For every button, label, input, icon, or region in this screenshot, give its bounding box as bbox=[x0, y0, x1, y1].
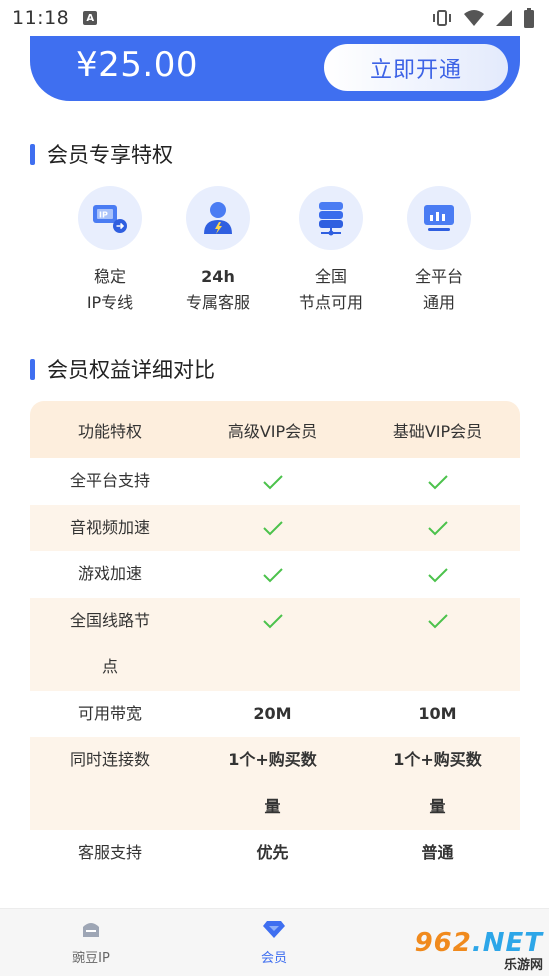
table-row: 全国线路节 点 bbox=[30, 597, 520, 691]
privilege-nationwide-nodes: 全国 节点可用 bbox=[276, 186, 386, 316]
privilege-24h-service: 24h 专属客服 bbox=[163, 186, 273, 316]
privilege-line1: 全国 bbox=[314, 267, 347, 286]
check-icon bbox=[427, 614, 448, 629]
feature-cell: 游戏加速 bbox=[77, 564, 142, 583]
price-bar: ¥25.00 立即开通 bbox=[30, 28, 520, 101]
privilege-icon-circle bbox=[186, 186, 250, 250]
table-header: 功能特权 高级VIP会员 基础VIP会员 bbox=[30, 401, 520, 458]
home-icon bbox=[83, 923, 99, 937]
basic-cell: 普通 bbox=[421, 843, 454, 862]
basic-cell-line2: 量 bbox=[429, 796, 446, 816]
check-icon bbox=[427, 474, 448, 489]
premium-cell: 20M bbox=[253, 703, 292, 723]
basic-cell bbox=[355, 598, 520, 691]
table-row: 同时连接数 1个+购买数 量 1个+购买数 量 bbox=[30, 737, 520, 830]
comparison-section-title: 会员权益详细对比 bbox=[30, 354, 215, 384]
basic-cell bbox=[355, 551, 520, 598]
nav-label-home: 豌豆IP bbox=[72, 951, 110, 966]
section-accent-bar bbox=[30, 358, 35, 380]
table-row: 游戏加速 bbox=[30, 551, 520, 598]
privilege-line2: 通用 bbox=[422, 293, 455, 312]
privilege-stable-ip: IP 稳定 IP专线 bbox=[55, 186, 165, 316]
comparison-title-text: 会员权益详细对比 bbox=[47, 358, 215, 382]
battery-icon bbox=[524, 8, 534, 28]
platform-icon bbox=[424, 205, 454, 231]
watermark-subtext: 乐游网 bbox=[503, 957, 543, 973]
nav-item-home[interactable]: 豌豆IP bbox=[51, 919, 131, 966]
premium-cell bbox=[190, 458, 355, 505]
check-icon bbox=[262, 521, 283, 536]
watermark-logo: 962.NET 乐游网 bbox=[403, 927, 543, 973]
section-accent-bar bbox=[30, 143, 35, 165]
price-amount: ¥25.00 bbox=[76, 44, 198, 85]
privilege-line2: 专属客服 bbox=[185, 293, 250, 312]
privileges-section-title: 会员专享特权 bbox=[30, 139, 173, 169]
feature-cell: 可用带宽 bbox=[77, 703, 142, 723]
premium-cell-line2: 量 bbox=[264, 796, 281, 816]
check-icon bbox=[427, 521, 448, 536]
watermark-digits: 962 bbox=[414, 927, 472, 958]
feature-cell: 同时连接数 bbox=[69, 750, 150, 769]
table-row: 音视频加速 bbox=[30, 504, 520, 552]
privilege-icon-circle bbox=[407, 186, 471, 250]
bottom-nav: 豌豆IP 会员 962.NET 乐游网 bbox=[0, 908, 549, 976]
basic-cell: 10M bbox=[418, 703, 457, 723]
vibrate-icon bbox=[433, 10, 451, 26]
basic-cell-line1: 1个+购买数 bbox=[393, 750, 482, 769]
feature-cell-line2: 点 bbox=[101, 657, 118, 676]
signal-icon bbox=[496, 10, 512, 26]
server-node-icon bbox=[319, 202, 343, 236]
ip-line-icon: IP bbox=[93, 205, 127, 233]
check-icon bbox=[262, 567, 283, 582]
table-row: 客服支持 优先 普通 bbox=[30, 830, 520, 877]
comparison-table: 功能特权 高级VIP会员 基础VIP会员 全平台支持 音视频加速 游戏加速 全国… bbox=[30, 401, 520, 877]
nav-label-vip: 会员 bbox=[260, 951, 287, 966]
basic-cell: 1个+购买数 量 bbox=[355, 737, 520, 830]
header-basic-vip: 基础VIP会员 bbox=[392, 421, 483, 441]
feature-cell: 全平台支持 bbox=[69, 471, 150, 490]
svg-text:IP: IP bbox=[99, 211, 108, 220]
basic-cell bbox=[355, 505, 520, 552]
privilege-all-platform: 全平台 通用 bbox=[384, 186, 494, 316]
premium-cell-line1: 1个+购买数 bbox=[228, 750, 317, 769]
check-icon bbox=[262, 614, 283, 629]
premium-cell bbox=[190, 505, 355, 552]
notification-icon: A bbox=[83, 11, 98, 25]
feature-cell: 客服支持 bbox=[77, 843, 142, 862]
table-row: 全平台支持 bbox=[30, 458, 520, 505]
feature-cell: 全国线路节 点 bbox=[30, 598, 190, 691]
premium-cell bbox=[190, 551, 355, 598]
customer-service-icon bbox=[204, 202, 232, 234]
table-row: 可用带宽 20M 10M bbox=[30, 691, 520, 738]
privilege-line1: 全平台 bbox=[414, 267, 463, 286]
header-premium-vip: 高级VIP会员 bbox=[227, 421, 318, 441]
privileges-title-text: 会员专享特权 bbox=[47, 143, 173, 167]
header-feature: 功能特权 bbox=[77, 421, 142, 441]
open-now-button[interactable]: 立即开通 bbox=[324, 44, 508, 91]
feature-cell: 音视频加速 bbox=[69, 517, 150, 537]
privilege-line2: IP专线 bbox=[86, 293, 134, 312]
privilege-line1: 24h bbox=[201, 267, 235, 286]
status-bar: 11:18 A bbox=[0, 0, 549, 36]
privilege-line2: 节点可用 bbox=[298, 293, 363, 312]
wifi-icon bbox=[464, 10, 484, 26]
diamond-icon bbox=[263, 921, 285, 938]
status-time: 11:18 bbox=[12, 7, 70, 29]
privilege-icon-circle bbox=[299, 186, 363, 250]
check-icon bbox=[262, 474, 283, 489]
premium-cell: 优先 bbox=[256, 843, 289, 862]
premium-cell bbox=[190, 598, 355, 691]
status-icons bbox=[431, 8, 535, 28]
privilege-icon-circle: IP bbox=[78, 186, 142, 250]
feature-cell-line1: 全国线路节 bbox=[69, 610, 150, 630]
basic-cell bbox=[355, 458, 520, 505]
privilege-line1: 稳定 bbox=[93, 267, 126, 286]
check-icon bbox=[427, 567, 448, 582]
nav-item-vip[interactable]: 会员 bbox=[234, 919, 314, 966]
premium-cell: 1个+购买数 量 bbox=[190, 737, 355, 830]
